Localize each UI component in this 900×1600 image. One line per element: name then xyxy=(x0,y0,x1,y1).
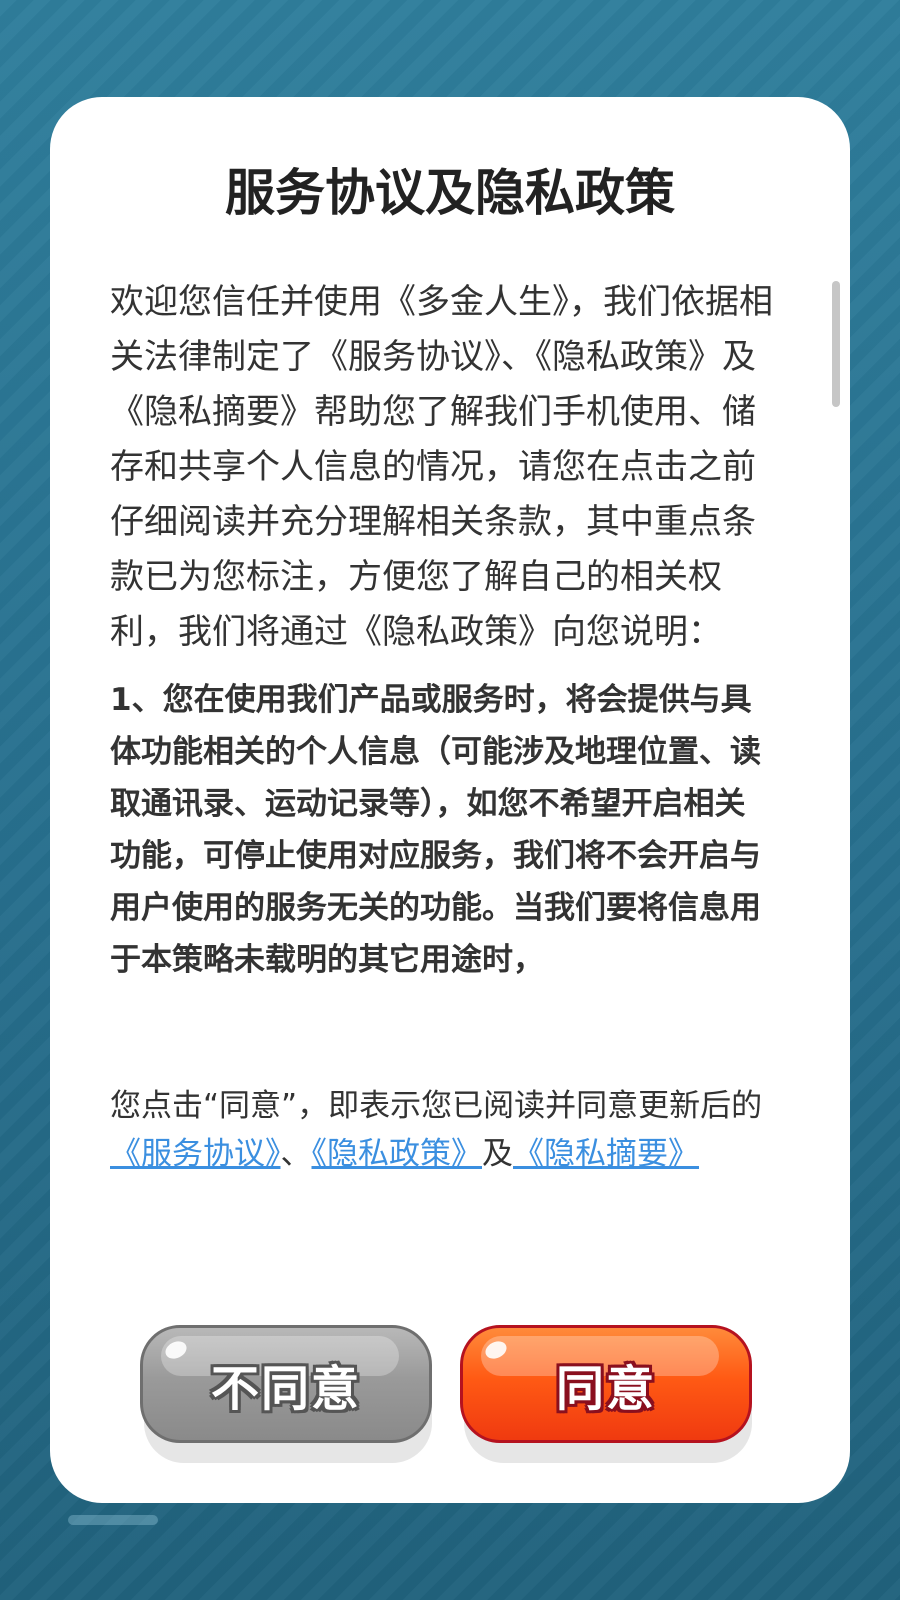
privacy-dialog: 服务协议及隐私政策 欢迎您信任并使用《多金人生》，我们依据相关法律制定了《服务协… xyxy=(50,97,850,1503)
dialog-title: 服务协议及隐私政策 xyxy=(225,164,675,222)
scrollbar-thumb[interactable] xyxy=(832,281,840,407)
consent-separator-1: 、 xyxy=(280,1136,312,1172)
agreement-point-1: 1、您在使用我们产品或服务时，将会提供与具体功能相关的个人信息（可能涉及地理位置… xyxy=(110,682,761,978)
consent-notice: 您点击“同意”，即表示您已阅读并同意更新后的《服务协议》、《隐私政策》及《隐私摘… xyxy=(110,1082,790,1178)
disagree-button-label: 不同意 xyxy=(210,1361,361,1417)
agreement-intro-text: 欢迎您信任并使用《多金人生》，我们依据相关法律制定了《服务协议》、《隐私政策》及… xyxy=(110,282,773,652)
agree-button[interactable]: 同意 xyxy=(460,1325,752,1463)
disagree-button[interactable]: 不同意 xyxy=(140,1325,432,1463)
agree-button-face: 同意 xyxy=(460,1325,752,1443)
agreement-scroll-area[interactable]: 欢迎您信任并使用《多金人生》，我们依据相关法律制定了《服务协议》、《隐私政策》及… xyxy=(110,275,776,1009)
disagree-button-face: 不同意 xyxy=(140,1325,432,1443)
consent-notice-prefix: 您点击“同意”，即表示您已阅读并同意更新后的 xyxy=(110,1088,763,1124)
privacy-summary-link[interactable]: 《隐私摘要》 xyxy=(513,1136,699,1172)
consent-separator-2: 及 xyxy=(482,1136,513,1172)
agree-button-label: 同意 xyxy=(555,1361,656,1417)
service-agreement-link[interactable]: 《服务协议》 xyxy=(110,1136,281,1172)
privacy-policy-link[interactable]: 《隐私政策》 xyxy=(312,1136,483,1172)
background-bar xyxy=(68,1515,158,1525)
